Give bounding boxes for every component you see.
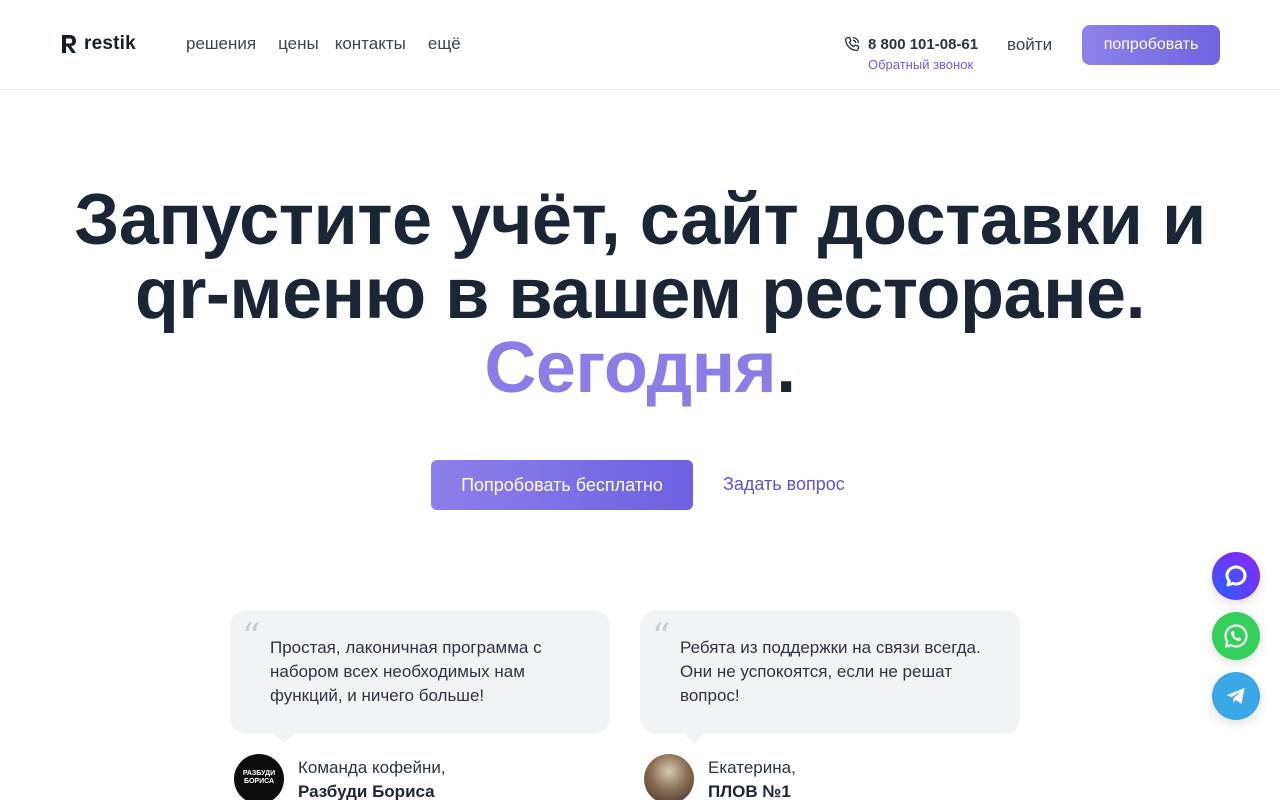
hero-section: Запустите учёт, сайт доставки и qr-меню … [0, 184, 1280, 404]
hero-title-line-2: qr-меню в вашем ресторане. [134, 254, 1146, 334]
testimonial-author: РАЗБУДИ БОРИСА Команда кофейни, Разбуди … [234, 754, 446, 800]
whatsapp-icon [1224, 624, 1248, 648]
nav-item-contacts[interactable]: контакты [335, 34, 406, 54]
nav-item-more[interactable]: ещё [428, 34, 461, 54]
author-name: ПЛОВ №1 [708, 782, 791, 800]
testimonial-text: Ребята из поддержки на связи всегда. Они… [680, 638, 981, 705]
testimonial-card: “ Простая, лаконичная программа с наборо… [230, 610, 610, 744]
telegram-button[interactable] [1212, 672, 1260, 720]
phone-block: 8 800 101-08-61 Обратный звонок [843, 35, 978, 72]
try-free-button[interactable]: Попробовать бесплатно [431, 460, 693, 510]
author-name: Разбуди Бориса [298, 782, 435, 800]
author-role: Команда кофейни, [298, 758, 446, 777]
quote-icon: “ [242, 617, 261, 658]
speech-tail [272, 732, 296, 744]
avatar-logo-text: РАЗБУДИ БОРИСА [242, 770, 276, 785]
chat-widget-button[interactable] [1212, 552, 1260, 600]
hero-title-line-1: Запустите учёт, сайт доставки и [74, 180, 1206, 260]
chat-icon [1225, 565, 1247, 587]
site-header: restik решения цены контакты ещё 8 800 1… [0, 0, 1280, 90]
logo-text: restik [84, 33, 136, 54]
avatar: РАЗБУДИ БОРИСА [234, 754, 284, 800]
logo[interactable]: restik [60, 33, 136, 55]
hero-accent-dot: . [776, 328, 796, 408]
hero-title: Запустите учёт, сайт доставки и qr-меню … [0, 184, 1280, 404]
testimonial-text: Простая, лаконичная программа с набором … [270, 638, 542, 705]
try-button[interactable]: попробовать [1082, 25, 1220, 65]
login-link[interactable]: войти [1007, 35, 1052, 55]
avatar [644, 754, 694, 800]
ask-question-link[interactable]: Задать вопрос [723, 474, 845, 495]
quote-icon: “ [652, 617, 671, 658]
nav-item-prices[interactable]: цены [278, 34, 319, 54]
telegram-icon [1226, 688, 1245, 704]
hero-accent-word: Сегодня [484, 328, 777, 408]
nav-item-solutions[interactable]: решения [186, 34, 256, 54]
author-role: Екатерина, [708, 758, 796, 777]
whatsapp-button[interactable] [1212, 612, 1260, 660]
testimonial-author: Екатерина, ПЛОВ №1 [644, 754, 796, 800]
main-nav: решения цены контакты ещё [186, 34, 461, 54]
speech-tail [682, 732, 706, 744]
restik-logo-icon [62, 35, 76, 53]
callback-link[interactable]: Обратный звонок [868, 57, 973, 72]
hero-accent-line: Сегодня. [0, 332, 1280, 404]
testimonial-card: “ Ребята из поддержки на связи всегда. О… [640, 610, 1020, 744]
phone-number[interactable]: 8 800 101-08-61 [868, 36, 978, 53]
phone-icon [844, 36, 860, 52]
